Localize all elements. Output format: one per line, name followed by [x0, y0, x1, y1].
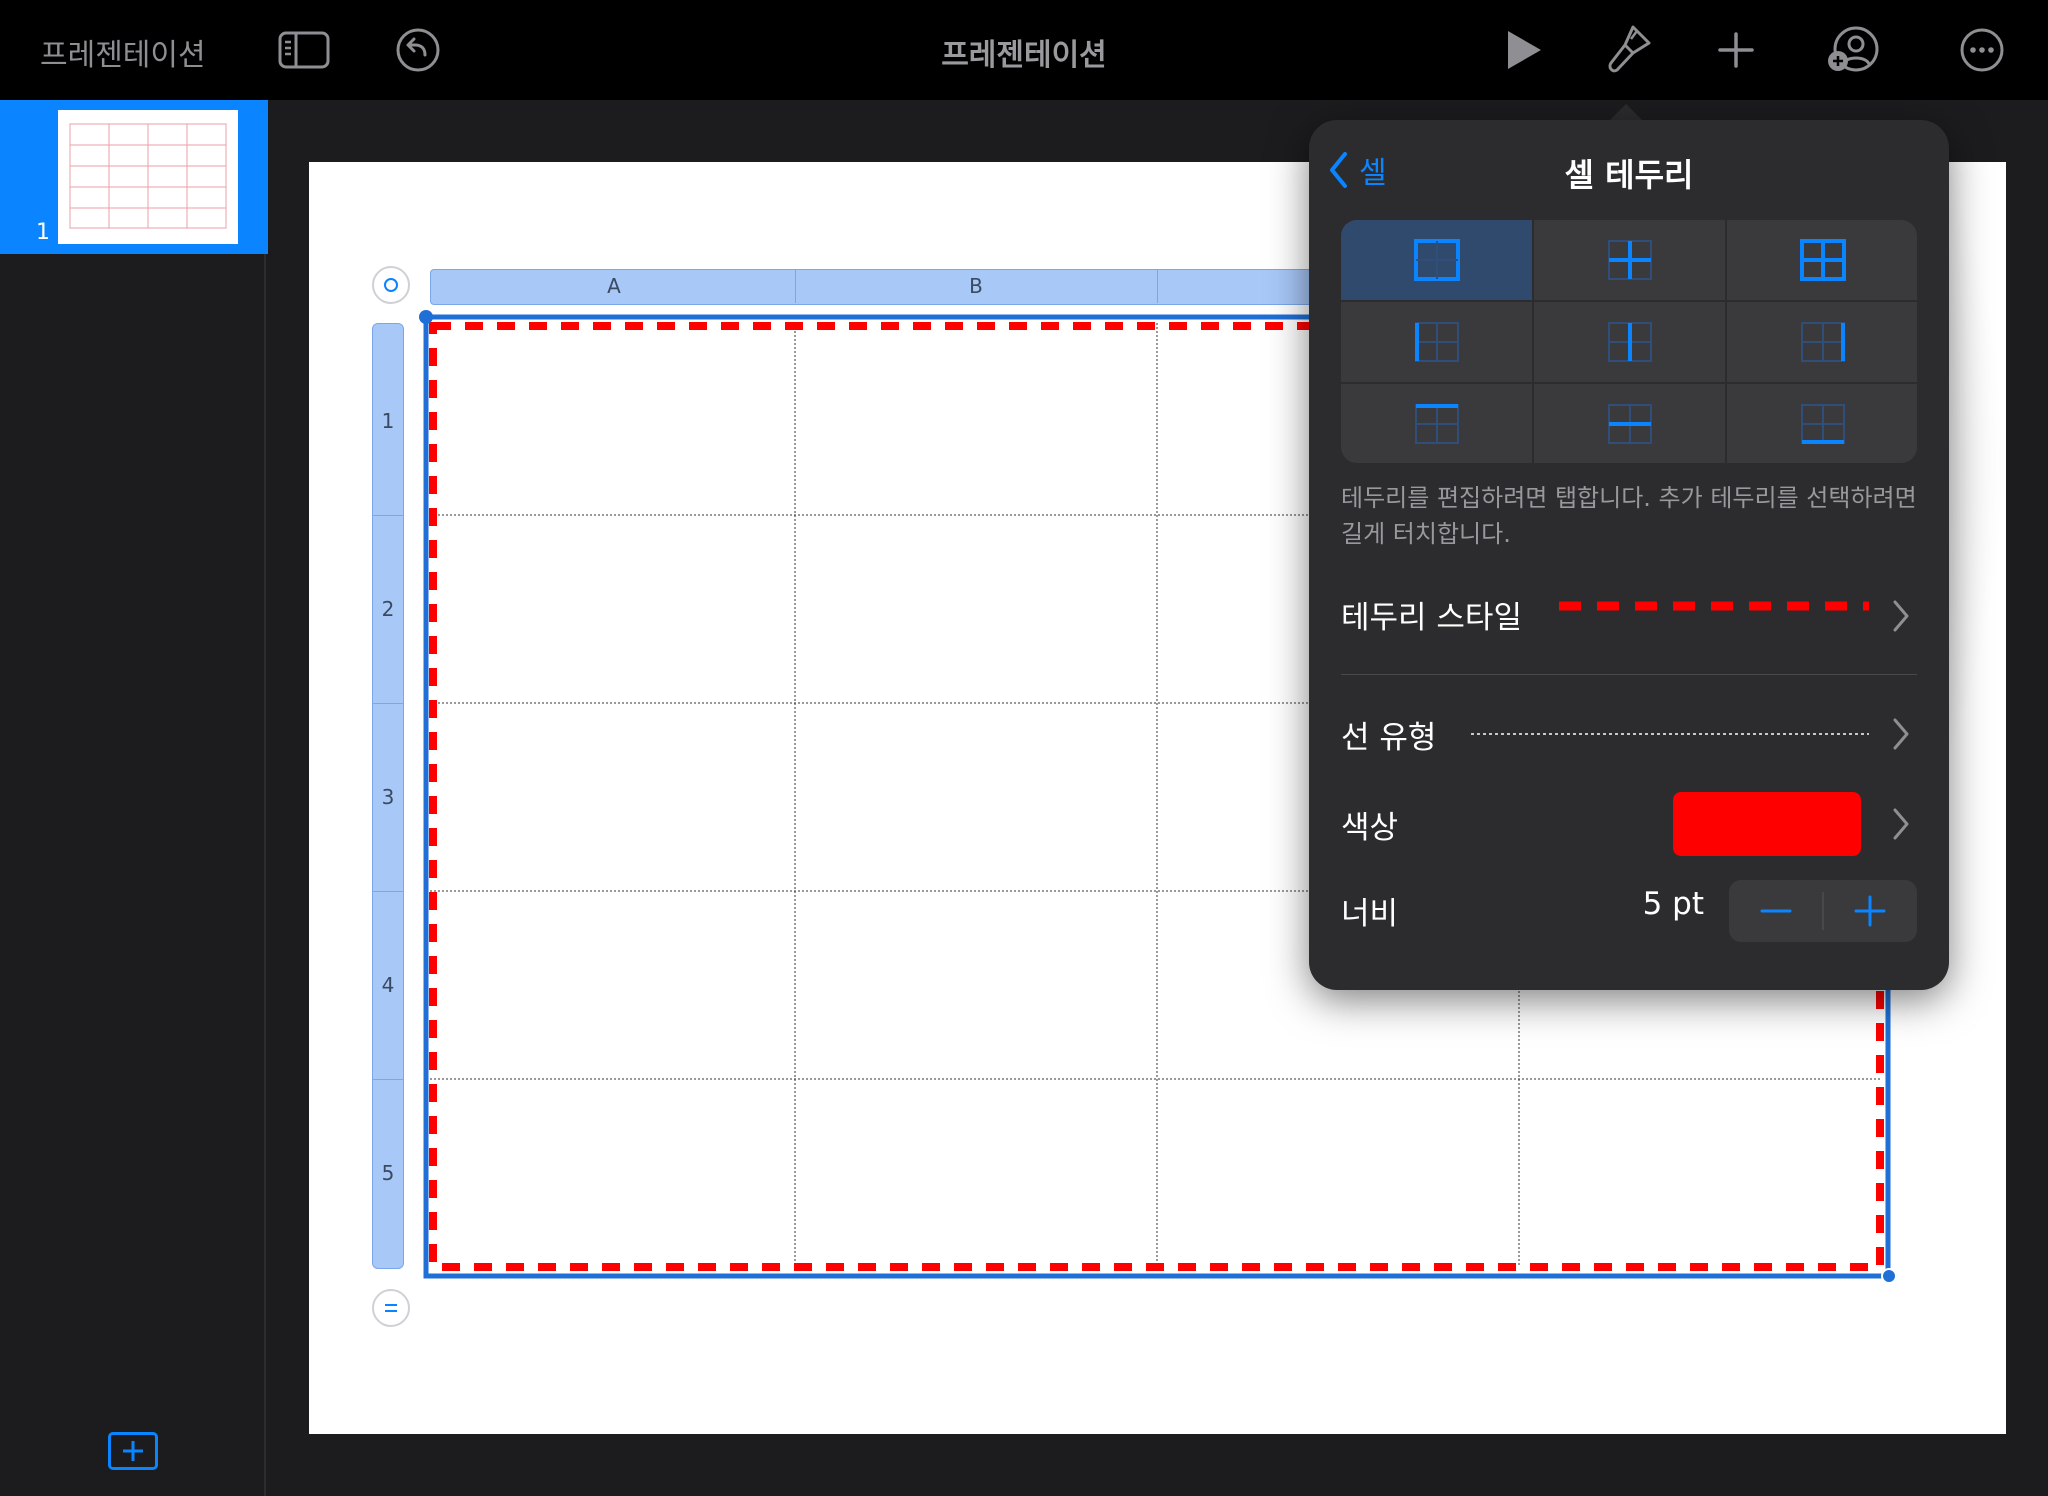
line-type-label[interactable]: 선 유형	[1341, 712, 1436, 757]
bottom-border-option[interactable]	[1727, 384, 1917, 463]
popover-title: 셀 테두리	[1564, 156, 1694, 194]
cell-border-popover: 셀 셀 테두리 테두리를 편집하려면 탭합니다. 추가 테두리를 선택하려면 길…	[1309, 120, 1949, 990]
format-brush-icon[interactable]	[1600, 22, 1656, 78]
add-slide-button[interactable]	[108, 1432, 158, 1470]
bottom-border-icon	[1800, 404, 1845, 444]
border-edit-hint: 테두리를 편집하려면 탭합니다. 추가 테두리를 선택하려면 길게 터치합니다.	[1341, 484, 1917, 548]
right-border-option[interactable]	[1727, 302, 1917, 382]
decrease-width-button[interactable]	[1729, 880, 1823, 942]
row-header-3[interactable]: 3	[372, 785, 404, 809]
top-border-option[interactable]	[1341, 384, 1532, 463]
border-style-preview[interactable]	[1559, 600, 1869, 612]
all-borders-icon	[1799, 239, 1846, 281]
slide-thumbnail-row[interactable]: 1	[0, 100, 268, 254]
width-label: 너비	[1341, 896, 1399, 932]
table-select-handle[interactable]	[372, 266, 410, 304]
horizontal-inner-border-icon	[1607, 404, 1652, 444]
vertical-inner-border-icon	[1607, 322, 1652, 362]
row-header-5[interactable]: 5	[372, 1161, 404, 1185]
selection-handle-bottom-right	[1881, 1268, 1897, 1284]
row-header-2[interactable]: 2	[372, 597, 404, 621]
chevron-right-icon[interactable]	[1891, 806, 1911, 842]
left-border-icon	[1414, 322, 1459, 362]
chevron-right-icon[interactable]	[1891, 598, 1911, 634]
chevron-right-icon[interactable]	[1891, 716, 1911, 752]
width-stepper	[1729, 880, 1917, 942]
increase-width-button[interactable]	[1823, 880, 1917, 942]
row-header-1[interactable]: 1	[372, 409, 404, 433]
horizontal-inner-border-option[interactable]	[1534, 384, 1725, 463]
minus-icon	[1760, 909, 1792, 913]
top-toolbar: 프레젠테이션 프레젠테이션	[0, 0, 2048, 100]
inner-border-option[interactable]	[1534, 220, 1725, 300]
vertical-inner-border-option[interactable]	[1534, 302, 1725, 382]
border-options-grid	[1341, 220, 1917, 463]
inner-border-icon	[1607, 240, 1652, 280]
color-label[interactable]: 색상	[1341, 802, 1398, 847]
section-divider	[1341, 674, 1917, 675]
slide-navigator: 1	[0, 100, 268, 1496]
all-borders-option[interactable]	[1727, 220, 1917, 300]
play-icon[interactable]	[1496, 22, 1552, 78]
collaborate-icon[interactable]	[1826, 22, 1882, 78]
add-icon[interactable]	[1708, 22, 1764, 78]
left-border-option[interactable]	[1341, 302, 1532, 382]
row-header-4[interactable]: 4	[372, 973, 404, 997]
equals-icon	[385, 1304, 397, 1312]
plus-icon	[1854, 895, 1886, 927]
circle-icon	[384, 278, 398, 292]
right-border-icon	[1800, 322, 1845, 362]
plus-icon	[123, 1441, 143, 1461]
outer-border-option[interactable]	[1341, 220, 1532, 300]
column-header-b[interactable]: B	[796, 269, 1156, 303]
more-icon[interactable]	[1954, 22, 2010, 78]
color-swatch[interactable]	[1673, 792, 1861, 856]
slide-thumbnail[interactable]	[58, 110, 238, 244]
selection-handle-top-left	[419, 310, 433, 324]
top-border-icon	[1414, 404, 1459, 444]
outer-border-icon	[1413, 239, 1460, 281]
slide-number: 1	[36, 220, 50, 245]
width-value: 5 pt	[1642, 886, 1704, 922]
line-type-preview[interactable]	[1471, 732, 1869, 736]
border-style-label[interactable]: 테두리 스타일	[1341, 592, 1522, 637]
add-row-handle[interactable]	[372, 1289, 410, 1327]
column-header-a[interactable]: A	[434, 269, 794, 303]
